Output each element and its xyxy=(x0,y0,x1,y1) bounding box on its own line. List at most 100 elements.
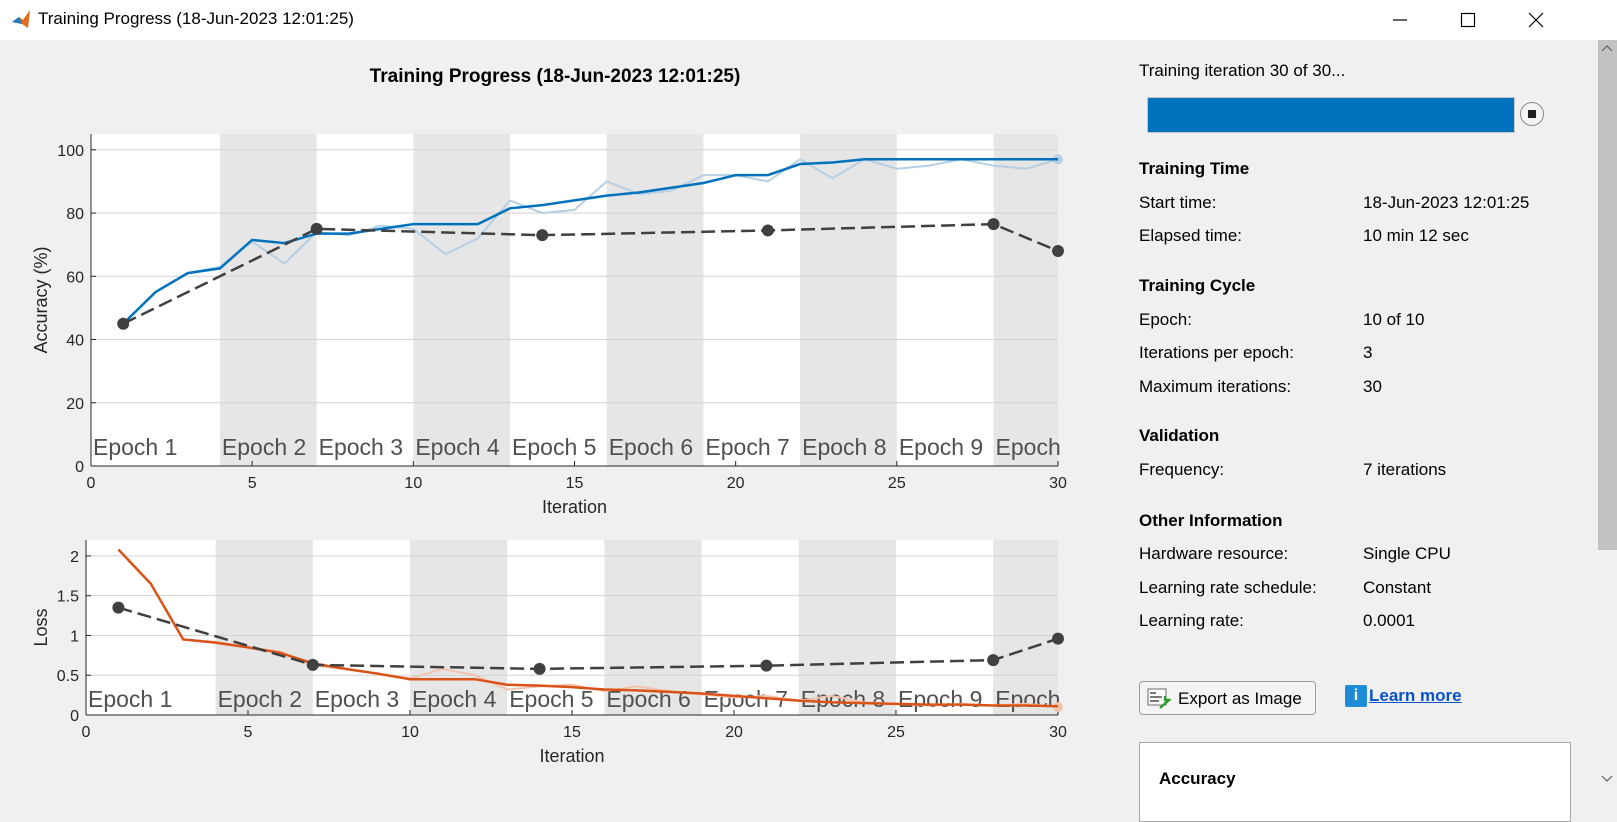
accuracy-x-axis-label: Iteration xyxy=(542,497,607,517)
export-as-image-button[interactable]: Export as Image xyxy=(1139,681,1316,715)
maximum-iterations-value: 30 xyxy=(1363,377,1382,396)
accuracy-xtick-label: 15 xyxy=(566,475,584,492)
window-title: Training Progress (18-Jun-2023 12:01:25) xyxy=(38,9,354,28)
loss-x-axis-label: Iteration xyxy=(539,746,604,766)
loss-validation-point xyxy=(1052,632,1064,645)
accuracy-ytick-label: 20 xyxy=(66,396,84,413)
loss-epoch-label: Epoch 2 xyxy=(218,686,302,712)
loss-validation-point xyxy=(987,654,1000,667)
status-text: Training iteration 30 of 30... xyxy=(1139,61,1346,80)
iterations-per-epoch-label: Iterations per epoch: xyxy=(1139,343,1294,362)
loss-epoch-label: Epoch 4 xyxy=(412,686,497,712)
loss-epoch-label: Epoch 1 xyxy=(88,686,172,712)
accuracy-epoch-label: Epoch xyxy=(996,434,1061,460)
export-image-icon xyxy=(1147,688,1171,709)
accuracy-validation-point xyxy=(117,317,130,330)
loss-y-axis-label: Loss xyxy=(31,608,51,646)
accuracy-xtick-label: 0 xyxy=(87,475,96,492)
accuracy-epoch-band xyxy=(219,134,317,466)
maximize-icon xyxy=(1460,12,1476,28)
loss-ytick-label: 2 xyxy=(70,549,79,566)
accuracy-epoch-label: Epoch 4 xyxy=(415,434,500,460)
plots-panel: Training Progress (18-Jun-2023 12:01:25)… xyxy=(0,40,1110,812)
learn-more-link[interactable]: Learn more xyxy=(1369,686,1462,706)
loss-xtick-label: 5 xyxy=(244,724,253,741)
accuracy-epoch-label: Epoch 1 xyxy=(93,434,177,460)
elapsed-time-value: 10 min 12 sec xyxy=(1363,226,1469,245)
epoch-label: Epoch: xyxy=(1139,310,1192,329)
other-info-heading: Other Information xyxy=(1139,511,1283,530)
scrollbar-thumb[interactable] xyxy=(1598,40,1617,550)
loss-xtick-label: 20 xyxy=(725,724,743,741)
minimize-button[interactable] xyxy=(1370,0,1430,40)
accuracy-epoch-band xyxy=(993,134,1058,466)
accuracy-ytick-label: 100 xyxy=(57,143,84,160)
close-button[interactable] xyxy=(1506,0,1566,40)
stop-button[interactable] xyxy=(1520,102,1544,126)
loss-validation-point xyxy=(112,601,125,614)
vertical-scrollbar[interactable] xyxy=(1597,40,1617,812)
accuracy-y-axis-label: Accuracy (%) xyxy=(31,246,51,353)
accuracy-xtick-label: 10 xyxy=(404,475,422,492)
accuracy-epoch-label: Epoch 3 xyxy=(319,434,403,460)
accuracy-xtick-label: 5 xyxy=(248,475,257,492)
hardware-resource-label: Hardware resource: xyxy=(1139,544,1289,563)
accuracy-validation-point xyxy=(987,218,1000,231)
accuracy-epoch-band xyxy=(413,134,511,466)
validation-heading: Validation xyxy=(1139,426,1220,445)
loss-validation-point xyxy=(306,658,319,671)
learning-rate-value: 0.0001 xyxy=(1363,611,1415,630)
start-time-label: Start time: xyxy=(1139,193,1217,212)
minimize-icon xyxy=(1393,19,1407,21)
loss-xtick-label: 0 xyxy=(82,724,91,741)
scroll-down-arrow-icon[interactable] xyxy=(1601,775,1613,783)
accuracy-epoch-label: Epoch 5 xyxy=(512,434,596,460)
training-charts: 020406080100Epoch 1 Epoch 2 Epoch 3 Epoch 4… xyxy=(31,134,1067,766)
accuracy-ytick-label: 40 xyxy=(66,333,84,350)
learning-rate-schedule-label: Learning rate schedule: xyxy=(1139,578,1317,597)
training-time-heading: Training Time xyxy=(1139,159,1250,178)
accuracy-epoch-label: Epoch 8 xyxy=(802,434,886,460)
accuracy-validation-point xyxy=(536,229,549,242)
elapsed-time-label: Elapsed time: xyxy=(1139,226,1242,245)
accuracy-validation-point xyxy=(761,224,774,237)
training-cycle-heading: Training Cycle xyxy=(1139,276,1256,295)
accuracy-ytick-label: 60 xyxy=(66,269,84,286)
maximum-iterations-label: Maximum iterations: xyxy=(1139,377,1292,396)
scroll-up-arrow-icon[interactable] xyxy=(1601,44,1613,52)
loss-epoch-label: Epoch 5 xyxy=(509,686,593,712)
window-titlebar: Training Progress (18-Jun-2023 12:01:25) xyxy=(0,0,1617,40)
loss-xtick-label: 10 xyxy=(401,724,419,741)
loss-epoch-label: Epoch 3 xyxy=(315,686,399,712)
loss-xtick-label: 15 xyxy=(563,724,581,741)
maximize-button[interactable] xyxy=(1438,0,1498,40)
loss-xtick-label: 25 xyxy=(887,724,905,741)
accuracy-xtick-label: 30 xyxy=(1049,475,1067,492)
loss-ytick-label: 1 xyxy=(70,628,79,645)
loss-ytick-label: 1.5 xyxy=(57,589,79,606)
accuracy-legend-panel: Accuracy xyxy=(1139,742,1571,822)
main-content: Training Progress (18-Jun-2023 12:01:25)… xyxy=(0,40,1617,822)
close-icon xyxy=(1528,12,1544,28)
loss-epoch-label: Epoch xyxy=(995,686,1060,712)
frequency-label: Frequency: xyxy=(1139,460,1225,479)
loss-xtick-label: 30 xyxy=(1049,724,1067,741)
accuracy-ytick-label: 80 xyxy=(66,206,84,223)
loss-ytick-label: 0.5 xyxy=(57,668,79,685)
accuracy-ytick-label: 0 xyxy=(75,459,84,476)
matlab-logo-icon xyxy=(12,10,30,28)
epoch-value: 10 of 10 xyxy=(1363,310,1425,329)
accuracy-epoch-label: Epoch 9 xyxy=(899,434,983,460)
accuracy-epoch-band xyxy=(606,134,704,466)
learning-rate-schedule-value: Constant xyxy=(1363,578,1432,597)
accuracy-legend-title: Accuracy xyxy=(1159,769,1236,788)
loss-ytick-label: 0 xyxy=(70,708,79,725)
accuracy-epoch-label: Epoch 6 xyxy=(609,434,693,460)
info-panel: Training iteration 30 of 30... Training … xyxy=(1138,40,1598,822)
hardware-resource-value: Single CPU xyxy=(1363,544,1451,563)
loss-validation-point xyxy=(533,662,546,675)
frequency-value: 7 iterations xyxy=(1363,460,1447,479)
progress-bar xyxy=(1147,97,1515,133)
accuracy-validation-point xyxy=(310,222,323,235)
accuracy-xtick-label: 25 xyxy=(888,475,906,492)
